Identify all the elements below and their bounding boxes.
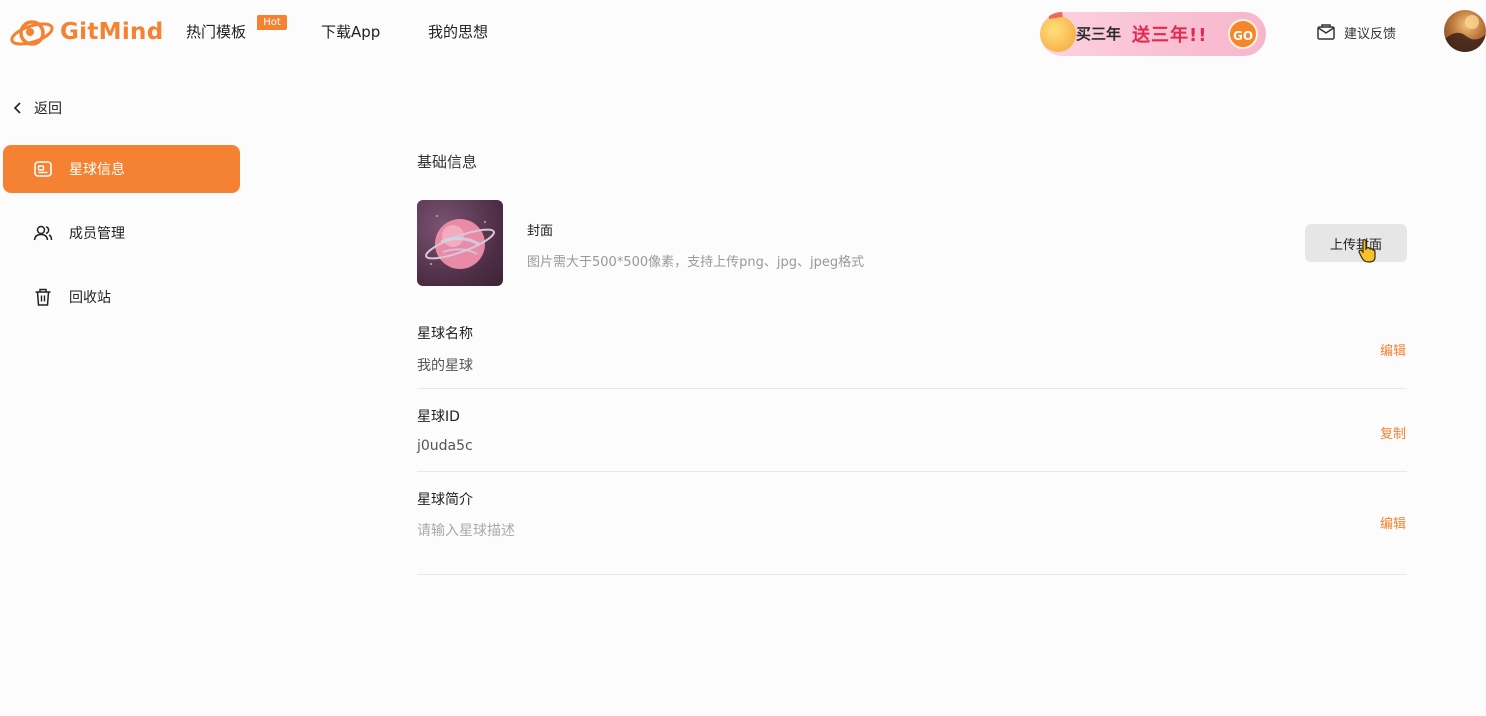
sidebar-item-planet-info[interactable]: 星球信息	[3, 145, 240, 193]
avatar-image	[1444, 15, 1486, 52]
planet-id-value: j0uda5c	[417, 438, 473, 454]
planet-id-label: 星球ID	[417, 409, 460, 425]
planet-cover-icon	[425, 215, 495, 269]
cover-image[interactable]	[417, 200, 503, 286]
sidebar-item-label: 星球信息	[69, 162, 125, 178]
users-icon	[33, 225, 53, 241]
planet-description-label: 星球简介	[417, 492, 473, 508]
divider	[417, 388, 1407, 389]
planet-name-value: 我的星球	[417, 358, 473, 374]
gitmind-logo[interactable]: GitMind	[8, 12, 163, 52]
chevron-left-icon	[13, 102, 21, 114]
divider	[417, 471, 1407, 472]
copy-id-link[interactable]: 复制	[1380, 423, 1406, 442]
promo-mascot-icon	[1040, 16, 1076, 52]
brand-name: GitMind	[60, 19, 164, 45]
promo-text-gift: 送三年!!	[1132, 25, 1208, 46]
cover-hint: 图片需大于500*500像素，支持上传png、jpg、jpeg格式	[527, 255, 865, 270]
section-title: 基础信息	[417, 153, 478, 171]
planet-name-label: 星球名称	[417, 326, 473, 342]
planet-logo-icon	[10, 20, 54, 46]
feedback-button[interactable]: 建议反馈	[1316, 22, 1396, 42]
upload-cover-button[interactable]: 上传封面	[1305, 224, 1407, 262]
nav-my-thoughts[interactable]: 我的思想	[428, 21, 488, 42]
promo-go-button[interactable]: GO	[1228, 19, 1258, 49]
hot-badge: Hot	[257, 15, 287, 30]
trash-icon	[35, 288, 51, 306]
id-card-icon	[34, 161, 52, 177]
back-button[interactable]: 返回	[12, 98, 62, 118]
cover-title: 封面	[527, 224, 554, 239]
nav-hot-templates[interactable]: 热门模板	[186, 21, 246, 42]
edit-name-link[interactable]: 编辑	[1380, 340, 1406, 359]
back-label: 返回	[34, 101, 62, 117]
promo-banner[interactable]: 买三年 送三年!! GO	[1040, 12, 1266, 56]
nav-download-app[interactable]: 下载App	[321, 21, 380, 42]
avatar[interactable]	[1444, 10, 1486, 52]
edit-description-link[interactable]: 编辑	[1380, 513, 1406, 532]
sidebar-item-recycle-bin[interactable]: 回收站	[3, 273, 240, 321]
top-header: GitMind 热门模板 Hot 下载App 我的思想 买三年 送三年!! GO…	[0, 0, 1486, 64]
sidebar-item-members[interactable]: 成员管理	[3, 209, 240, 257]
planet-description-placeholder: 请输入星球描述	[417, 523, 515, 539]
divider	[417, 574, 1407, 575]
sidebar-item-label: 成员管理	[69, 226, 125, 242]
sidebar-item-label: 回收站	[69, 290, 111, 306]
mail-icon	[1317, 24, 1335, 40]
promo-text-buy: 买三年	[1076, 25, 1122, 43]
feedback-label: 建议反馈	[1344, 26, 1397, 42]
